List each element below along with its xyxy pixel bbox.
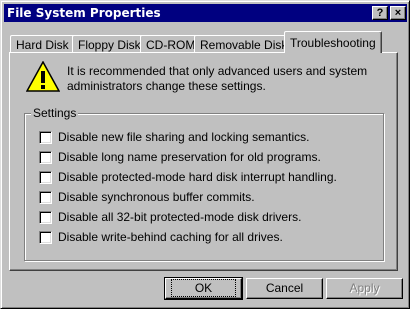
close-button[interactable]: × xyxy=(390,6,406,20)
ok-button-label: OK xyxy=(170,279,237,297)
cancel-button[interactable]: Cancel xyxy=(246,278,323,299)
tab-label: Floppy Disk xyxy=(78,38,141,52)
apply-button-label: Apply xyxy=(349,281,380,295)
tab-label: Hard Disk xyxy=(16,38,69,52)
apply-button[interactable]: Apply xyxy=(326,278,403,299)
checkbox-buffer-commits[interactable]: Disable synchronous buffer commits. xyxy=(39,190,369,206)
tab-label: CD-ROM xyxy=(146,38,196,52)
tab-hard-disk[interactable]: Hard Disk xyxy=(10,35,75,53)
checkbox-label: Disable long name preservation for old p… xyxy=(58,150,321,164)
checkbox-file-sharing[interactable]: Disable new file sharing and locking sem… xyxy=(39,130,369,146)
checkbox-label: Disable synchronous buffer commits. xyxy=(58,190,255,204)
checkbox-box[interactable] xyxy=(39,151,52,164)
warning-message: It is recommended that only advanced use… xyxy=(67,64,368,93)
checkbox-box[interactable] xyxy=(39,211,52,224)
cancel-button-label: Cancel xyxy=(265,281,304,295)
checkbox-box[interactable] xyxy=(39,191,52,204)
checkbox-interrupt-handling[interactable]: Disable protected-mode hard disk interru… xyxy=(39,170,369,186)
checkbox-label: Disable write-behind caching for all dri… xyxy=(58,230,283,244)
checkbox-label: Disable all 32-bit protected-mode disk d… xyxy=(58,210,302,224)
settings-group-label: Settings xyxy=(31,106,79,120)
help-button[interactable]: ? xyxy=(372,6,388,20)
checkbox-box[interactable] xyxy=(39,131,52,144)
checkbox-box[interactable] xyxy=(39,231,52,244)
warning-icon xyxy=(26,61,60,92)
title-bar[interactable]: File System Properties ? × xyxy=(4,4,407,22)
ok-button[interactable]: OK xyxy=(164,277,243,300)
checkbox-long-name[interactable]: Disable long name preservation for old p… xyxy=(39,150,369,166)
checkbox-32bit-drivers[interactable]: Disable all 32-bit protected-mode disk d… xyxy=(39,210,369,226)
checkbox-box[interactable] xyxy=(39,171,52,184)
checkbox-write-behind[interactable]: Disable write-behind caching for all dri… xyxy=(39,230,369,246)
checkbox-label: Disable new file sharing and locking sem… xyxy=(58,130,310,144)
tab-label: Removable Disk xyxy=(200,38,288,52)
troubleshooting-panel: It is recommended that only advanced use… xyxy=(9,52,398,271)
tab-cd-rom[interactable]: CD-ROM xyxy=(140,35,202,53)
tab-removable-disk[interactable]: Removable Disk xyxy=(194,35,294,53)
tab-label: Troubleshooting xyxy=(290,36,376,50)
properties-window: File System Properties ? × Hard Disk Flo… xyxy=(0,0,410,309)
window-title: File System Properties xyxy=(7,6,161,20)
checkbox-label: Disable protected-mode hard disk interru… xyxy=(58,170,337,184)
tab-troubleshooting[interactable]: Troubleshooting xyxy=(284,31,382,53)
tab-floppy-disk[interactable]: Floppy Disk xyxy=(72,35,147,53)
